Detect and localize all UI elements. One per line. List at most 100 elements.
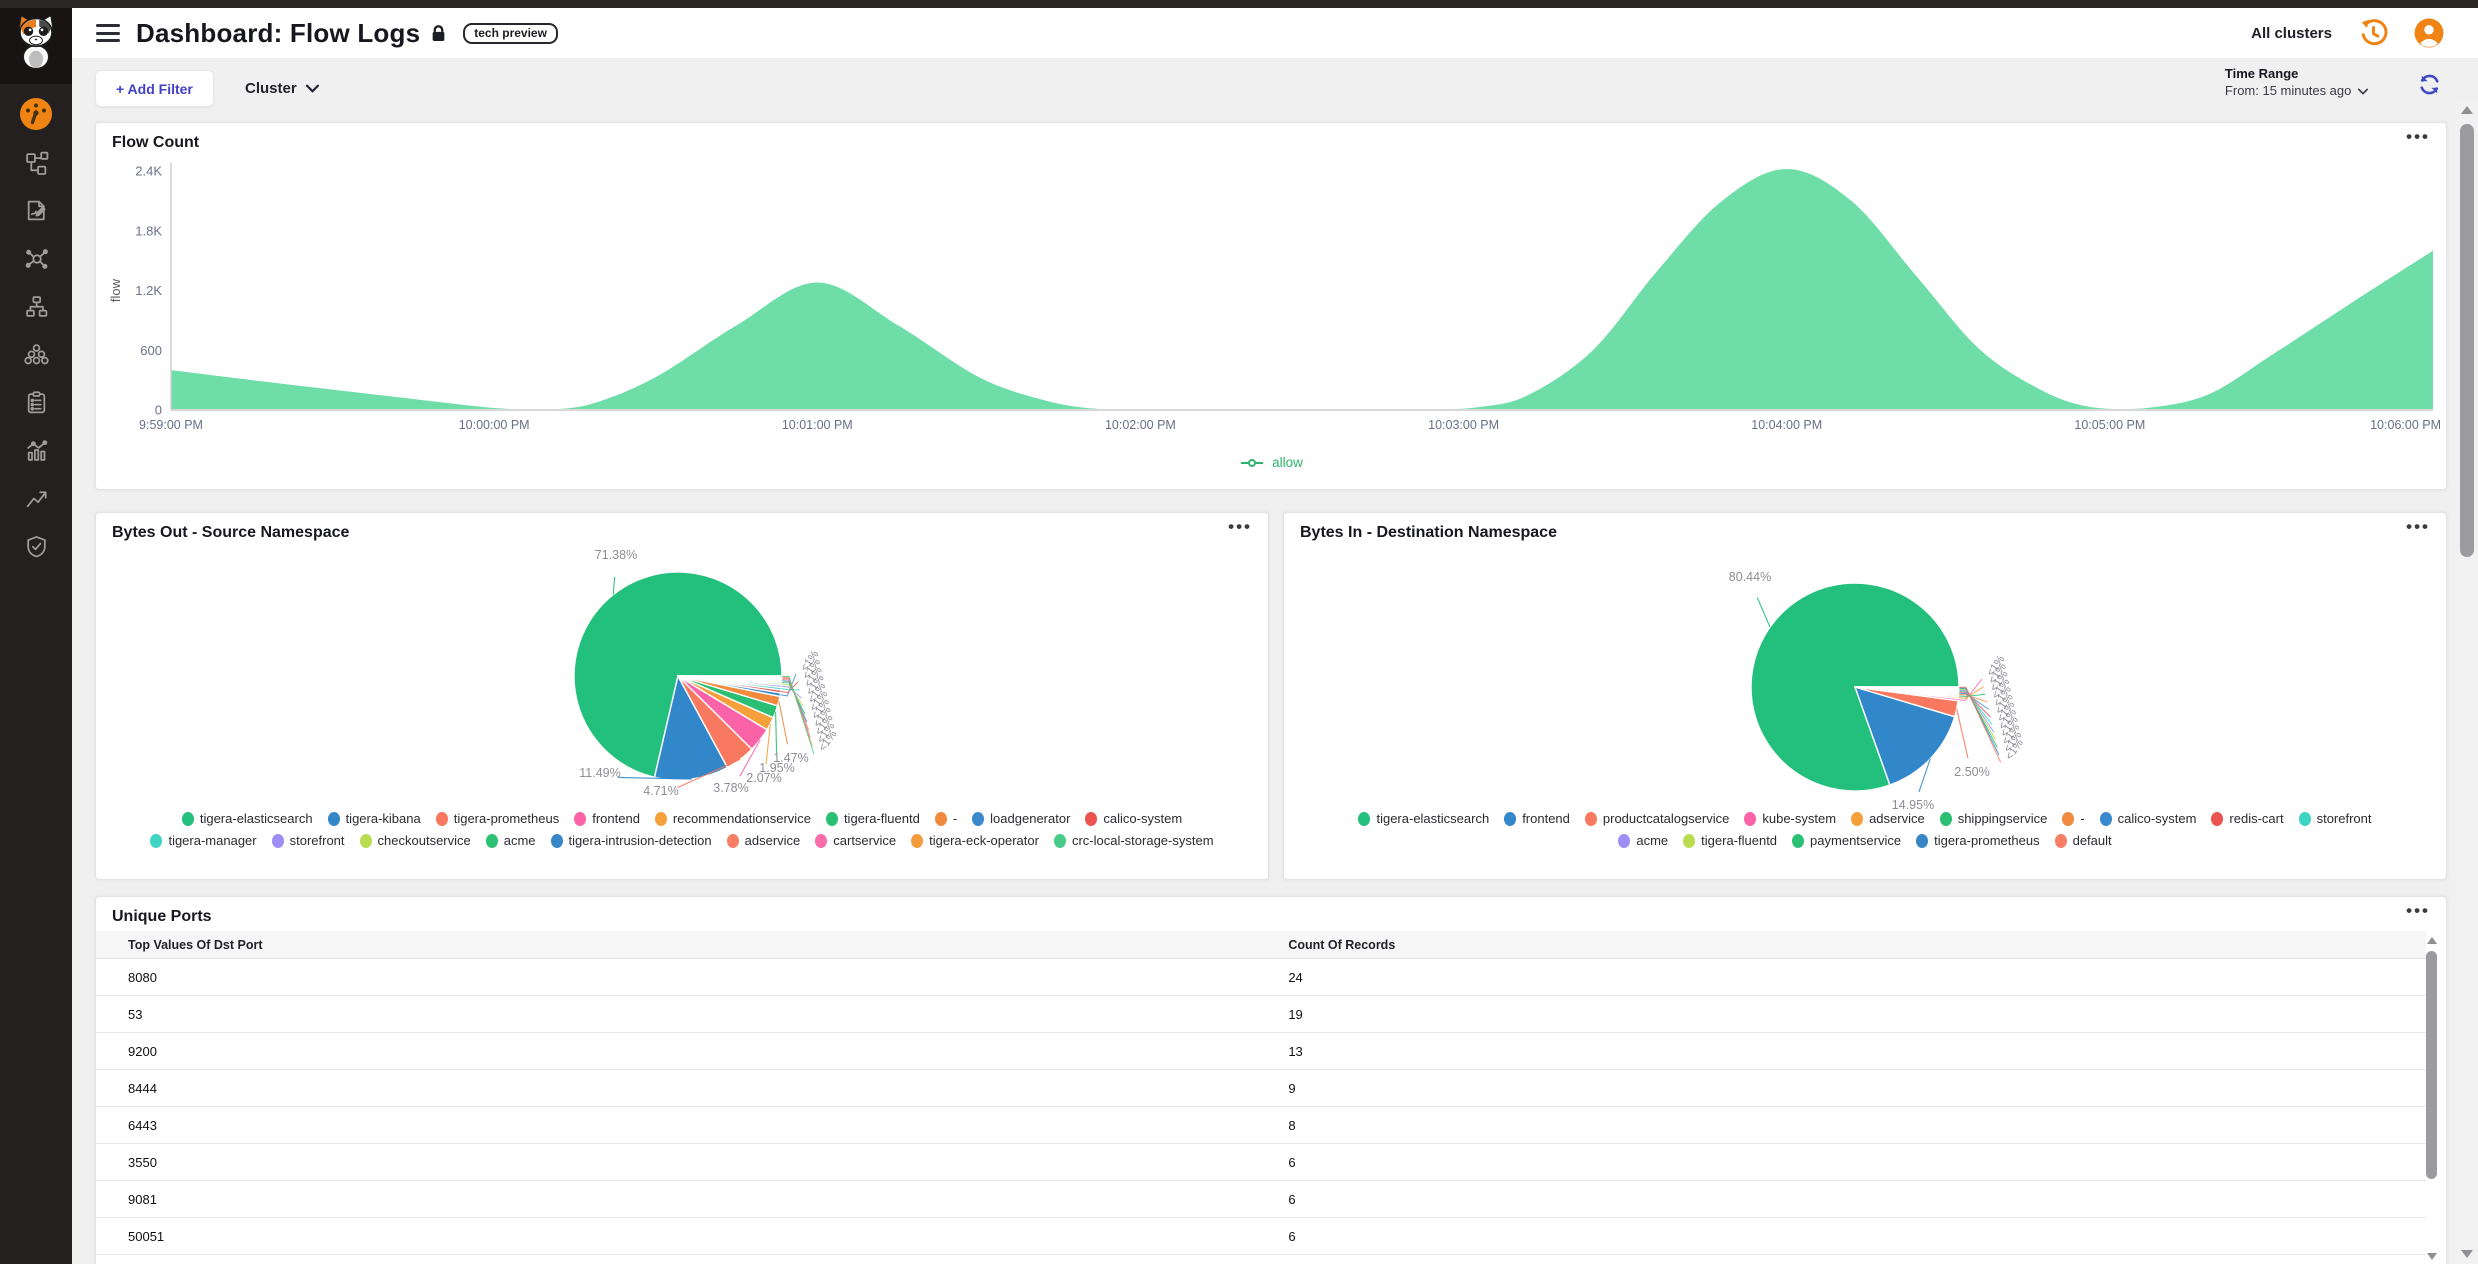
cluster-filter-dropdown[interactable]: Cluster bbox=[245, 70, 319, 107]
legend-item[interactable]: paymentservice bbox=[1792, 833, 1901, 848]
legend-item[interactable]: checkoutservice bbox=[360, 833, 471, 848]
panel-title: Bytes In - Destination Namespace bbox=[1300, 524, 1557, 542]
sidebar-item-threat-feeds[interactable] bbox=[0, 474, 72, 522]
table-row: 84449 bbox=[96, 1070, 2426, 1107]
svg-text:9:59:00 PM: 9:59:00 PM bbox=[139, 418, 203, 432]
calico-logo[interactable] bbox=[0, 0, 72, 84]
sidebar-item-policies[interactable] bbox=[0, 186, 72, 234]
legend-item[interactable]: tigera-elasticsearch bbox=[1358, 811, 1489, 826]
table-row: 64438 bbox=[96, 1107, 2426, 1144]
security-icon bbox=[24, 534, 49, 559]
legend-item[interactable]: calico-system bbox=[1085, 811, 1182, 826]
legend-item[interactable]: tigera-intrusion-detection bbox=[551, 833, 712, 848]
legend-item[interactable]: cartservice bbox=[815, 833, 896, 848]
legend-item[interactable]: adservice bbox=[727, 833, 801, 848]
legend-item[interactable]: tigera-fluentd bbox=[1683, 833, 1777, 848]
cluster-selector[interactable]: All clusters bbox=[2251, 25, 2332, 42]
table-cell: 19 bbox=[1288, 996, 2426, 1033]
scroll-up-arrow[interactable] bbox=[2427, 937, 2437, 944]
compliance-icon bbox=[24, 390, 49, 415]
legend-item[interactable]: frontend bbox=[574, 811, 640, 826]
add-filter-button[interactable]: + Add Filter bbox=[95, 70, 214, 107]
legend-label: acme bbox=[504, 833, 536, 848]
table-cell: 6443 bbox=[96, 1107, 1288, 1144]
table-row: 920013 bbox=[96, 1033, 2426, 1070]
time-range-selector[interactable]: Time Range From: 15 minutes ago bbox=[2225, 66, 2368, 98]
legend-item[interactable]: acme bbox=[486, 833, 536, 848]
sidebar-item-service-graph[interactable] bbox=[0, 234, 72, 282]
more-options-icon[interactable]: ••• bbox=[2406, 901, 2430, 921]
legend-label: frontend bbox=[592, 811, 640, 826]
legend-item[interactable]: default bbox=[2055, 833, 2112, 848]
legend-item[interactable]: crc-local-storage-system bbox=[1054, 833, 1214, 848]
legend-color-dot bbox=[1585, 812, 1597, 826]
sidebar-item-clusters[interactable] bbox=[0, 330, 72, 378]
more-options-icon[interactable]: ••• bbox=[2406, 127, 2430, 147]
clusters-icon bbox=[24, 342, 49, 367]
scroll-up-arrow[interactable] bbox=[2461, 106, 2473, 114]
hamburger-menu-icon[interactable] bbox=[96, 24, 120, 42]
refresh-icon[interactable] bbox=[2417, 72, 2442, 97]
legend-item[interactable]: calico-system bbox=[2100, 811, 2197, 826]
legend-item[interactable]: tigera-fluentd bbox=[826, 811, 920, 826]
svg-text:1.2K: 1.2K bbox=[135, 283, 162, 298]
legend-item[interactable]: tigera-kibana bbox=[328, 811, 421, 826]
legend-item[interactable]: storefront bbox=[272, 833, 345, 848]
sidebar-item-dashboard[interactable] bbox=[0, 90, 72, 138]
legend-item[interactable]: recommendationservice bbox=[655, 811, 811, 826]
svg-text:2.50%: 2.50% bbox=[1954, 765, 1989, 779]
legend-label: default bbox=[2073, 833, 2112, 848]
legend-item[interactable]: tigera-manager bbox=[150, 833, 256, 848]
table-cell: 8 bbox=[1288, 1107, 2426, 1144]
legend-label: checkoutservice bbox=[378, 833, 471, 848]
svg-text:10:06:00 PM: 10:06:00 PM bbox=[2370, 418, 2441, 432]
legend-label: allow bbox=[1272, 455, 1303, 470]
scrollbar-thumb[interactable] bbox=[2460, 124, 2474, 557]
scroll-down-arrow[interactable] bbox=[2427, 1253, 2437, 1260]
legend-item[interactable]: tigera-prometheus bbox=[436, 811, 560, 826]
user-avatar[interactable] bbox=[2414, 18, 2444, 48]
legend-label: redis-cart bbox=[2229, 811, 2283, 826]
sidebar-item-nodes[interactable] bbox=[0, 282, 72, 330]
legend-item-allow[interactable]: allow bbox=[96, 455, 2446, 470]
bytes-out-pie-chart: 71.38%11.49%4.71%3.78%2.07%1.95%1.47%<1%… bbox=[96, 541, 1268, 809]
table-cell: 9 bbox=[1288, 1070, 2426, 1107]
legend-color-dot bbox=[2100, 812, 2112, 826]
table-cell: 13 bbox=[1288, 1033, 2426, 1070]
legend-color-dot bbox=[911, 834, 923, 848]
unique-ports-panel: Unique Ports ••• Top Values Of Dst PortC… bbox=[95, 896, 2447, 1264]
scroll-down-arrow[interactable] bbox=[2461, 1250, 2473, 1258]
legend-item[interactable]: loadgenerator bbox=[972, 811, 1070, 826]
tech-preview-badge: tech preview bbox=[463, 23, 558, 44]
sidebar bbox=[0, 0, 72, 1264]
legend-item[interactable]: kube-system bbox=[1744, 811, 1836, 826]
legend-item[interactable]: - bbox=[935, 811, 957, 826]
legend-color-dot bbox=[182, 812, 194, 826]
sidebar-item-network-topology[interactable] bbox=[0, 138, 72, 186]
legend-label: tigera-elasticsearch bbox=[200, 811, 313, 826]
legend-item[interactable]: frontend bbox=[1504, 811, 1570, 826]
legend-color-dot bbox=[574, 812, 586, 826]
sidebar-item-security[interactable] bbox=[0, 522, 72, 570]
legend-item[interactable]: adservice bbox=[1851, 811, 1925, 826]
more-options-icon[interactable]: ••• bbox=[1228, 517, 1252, 537]
history-icon[interactable] bbox=[2358, 18, 2388, 48]
legend-item[interactable]: - bbox=[2062, 811, 2084, 826]
svg-text:2.4K: 2.4K bbox=[135, 164, 162, 179]
legend-item[interactable]: tigera-eck-operator bbox=[911, 833, 1039, 848]
lock-icon bbox=[430, 24, 447, 43]
scrollbar-thumb[interactable] bbox=[2426, 951, 2437, 1179]
legend-color-dot bbox=[1940, 812, 1952, 826]
legend-item[interactable]: redis-cart bbox=[2211, 811, 2283, 826]
sidebar-item-reports[interactable] bbox=[0, 426, 72, 474]
legend-label: calico-system bbox=[1103, 811, 1182, 826]
legend-item[interactable]: acme bbox=[1618, 833, 1668, 848]
legend-label: tigera-prometheus bbox=[1934, 833, 2040, 848]
legend-item[interactable]: productcatalogservice bbox=[1585, 811, 1729, 826]
legend-item[interactable]: tigera-elasticsearch bbox=[182, 811, 313, 826]
legend-item[interactable]: storefront bbox=[2299, 811, 2372, 826]
legend-item[interactable]: tigera-prometheus bbox=[1916, 833, 2040, 848]
sidebar-item-compliance[interactable] bbox=[0, 378, 72, 426]
legend-item[interactable]: shippingservice bbox=[1940, 811, 2048, 826]
more-options-icon[interactable]: ••• bbox=[2406, 517, 2430, 537]
